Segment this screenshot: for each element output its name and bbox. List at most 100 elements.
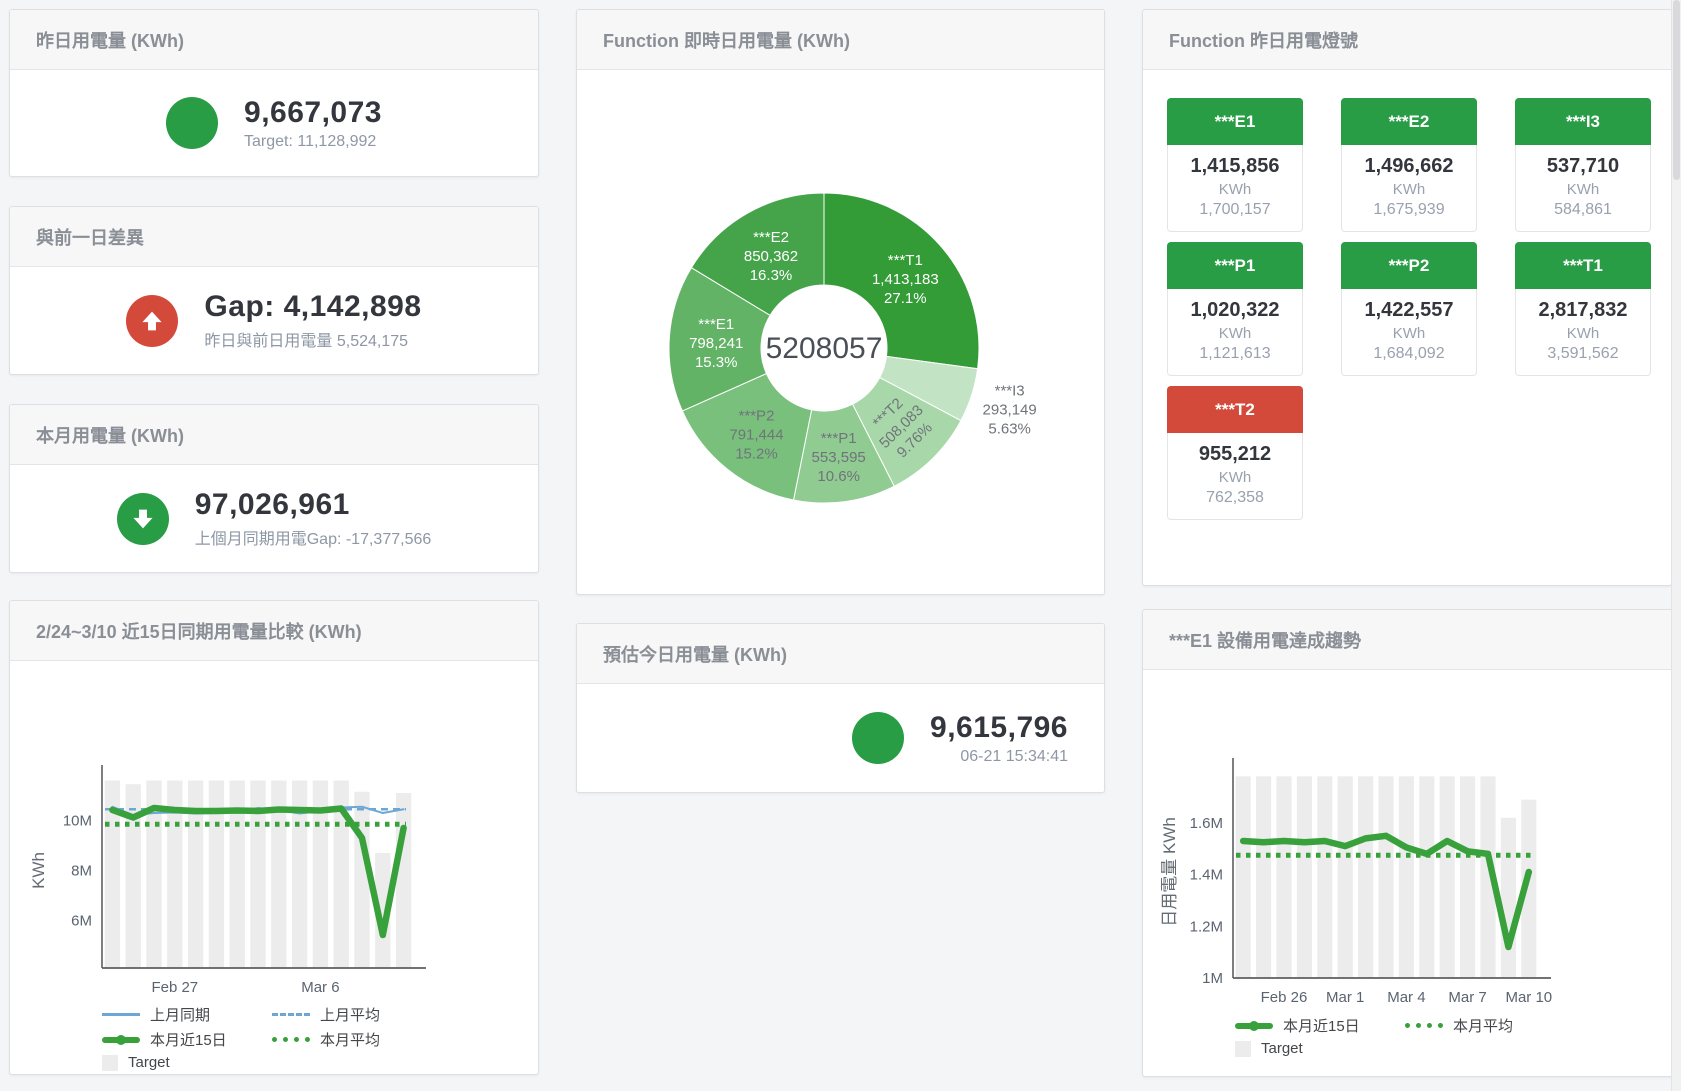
legend-swatch-dots [272,1037,310,1042]
light-tile-name: ***E1 [1167,98,1303,145]
light-tile-unit: KWh [1172,325,1298,342]
panel-title[interactable]: 與前一日差異 [36,224,144,250]
light-tile: ***P1 1,020,322 KWh 1,121,613 [1167,242,1303,376]
light-tile: ***T2955,212KWh762,358 [1167,386,1303,520]
panel-realtime-donut: Function 即時日用電量 (KWh) ***T11,413,18327.1… [576,9,1105,595]
stat-value: 97,026,961 [195,488,432,522]
legend-item[interactable]: 上月同期 [102,1004,272,1025]
light-tile-value: 1,020,322 [1172,299,1298,322]
light-tile-body: 1,496,662KWh1,675,939 [1341,145,1477,232]
panel-15day-comparison-chart: 2/24~3/10 近15日同期用電量比較 (KWh) 6M8M10MFeb 2… [9,600,539,1075]
panel-title[interactable]: 昨日用電量 (KWh) [36,27,184,53]
target-bar [1399,776,1414,978]
legend-swatch-thick [102,1037,140,1043]
legend-item[interactable]: 上月平均 [272,1004,442,1025]
light-tile-target: 1,684,092 [1346,345,1472,363]
legend-label: 本月近15日 [1283,1015,1360,1036]
panel-day-gap: 與前一日差異 Gap: 4,142,898 昨日與前日用電量 5,524,175 [9,206,539,375]
y-tick-label: 1.2M [1190,918,1223,935]
light-tile: ***E21,496,662KWh1,675,939 [1341,98,1477,232]
light-tile-unit: KWh [1346,181,1472,198]
light-tile-target: 1,121,613 [1172,345,1298,363]
x-tick-label: Mar 10 [1505,989,1552,1006]
target-bar [1236,776,1251,978]
panel-title[interactable]: Function 昨日用電燈號 [1169,27,1358,53]
light-tile-target: 1,700,157 [1172,201,1298,219]
legend-item[interactable]: Target [1235,1040,1405,1057]
trend-line-chart: 1M1.2M1.4M1.6MFeb 26Mar 1Mar 4Mar 7Mar 1… [1147,670,1671,1010]
light-tile-value: 2,817,832 [1520,299,1646,322]
x-tick-label: Feb 26 [1261,989,1308,1006]
stat-value: 9,667,073 [244,96,382,130]
x-tick-label: Mar 6 [301,979,339,996]
light-tile: ***P21,422,557KWh1,684,092 [1341,242,1477,376]
panel-title[interactable]: Function 即時日用電量 (KWh) [603,27,850,53]
legend-swatch-dash [272,1013,310,1016]
legend-swatch-thick [1235,1023,1273,1029]
light-tile-body: 1,415,856 KWh 1,700,157 [1167,145,1303,232]
legend-swatch-square [102,1055,118,1071]
y-tick-label: 1.6M [1190,815,1223,832]
panel-yesterday-usage: 昨日用電量 (KWh) 9,667,073 Target: 11,128,992 [9,9,539,177]
light-tile-target: 1,675,939 [1346,201,1472,219]
panel-header: ***E1 設備用電達成趨勢 [1143,610,1675,670]
light-tile-target: 584,861 [1520,201,1646,219]
chart-legend: 上月同期上月平均本月近15日本月平均Target [102,1004,538,1071]
target-bar [1276,776,1291,978]
legend-item[interactable]: 本月近15日 [102,1029,272,1050]
panel-title[interactable]: 預估今日用電量 (KWh) [603,641,787,667]
light-tile-name: ***E2 [1341,98,1477,145]
legend-item[interactable]: Target [102,1054,272,1071]
comparison-line-chart: 6M8M10MFeb 27Mar 6KWh [14,661,534,999]
chart-legend: 本月近15日 本月平均 Target [1235,1015,1675,1057]
stat-body: 9,667,073 Target: 11,128,992 [10,70,538,176]
light-tile: ***T12,817,832KWh3,591,562 [1515,242,1651,376]
stat-subtitle: Target: 11,128,992 [244,133,382,151]
panel-header: Function 即時日用電量 (KWh) [577,10,1104,70]
x-tick-label: Mar 1 [1326,989,1364,1006]
light-tile-name: ***P1 [1167,242,1303,289]
target-bar [1358,776,1373,978]
y-tick-label: 8M [71,863,92,880]
light-tile-unit: KWh [1172,181,1298,198]
scrollbar-thumb[interactable] [1673,0,1680,180]
legend-label: Target [1261,1040,1303,1057]
light-tile-value: 1,415,856 [1172,155,1298,178]
panel-header: 昨日用電量 (KWh) [10,10,538,70]
chart-body: 6M8M10MFeb 27Mar 6KWh 上月同期上月平均本月近15日本月平均… [10,661,538,1074]
target-bar [1460,776,1475,978]
light-tile-body: 537,710KWh584,861 [1515,145,1651,232]
status-circle-icon [852,712,904,764]
light-tile-unit: KWh [1172,469,1298,486]
arrow-down-icon [117,493,169,545]
status-circle-icon [166,97,218,149]
dashboard: 昨日用電量 (KWh) 9,667,073 Target: 11,128,992… [0,0,1681,1091]
panel-title[interactable]: 2/24~3/10 近15日同期用電量比較 (KWh) [36,618,362,644]
y-tick-label: 6M [71,913,92,930]
legend-item[interactable]: 本月平均 [1405,1015,1575,1036]
legend-swatch-line [102,1013,140,1016]
light-tile: ***E1 1,415,856 KWh 1,700,157 [1167,98,1303,232]
x-tick-label: Mar 7 [1448,989,1486,1006]
panel-title[interactable]: 本月用電量 (KWh) [36,422,184,448]
panel-title[interactable]: ***E1 設備用電達成趨勢 [1169,627,1361,653]
y-tick-label: 1M [1202,970,1223,987]
light-tile-target: 3,591,562 [1520,345,1646,363]
target-bar [354,792,369,968]
panel-header: 與前一日差異 [10,207,538,267]
panel-month-usage: 本月用電量 (KWh) 97,026,961 上個月同期用電Gap: -17,3… [9,404,539,573]
stat-subtitle: 06-21 15:34:41 [930,748,1068,766]
target-bar [1256,776,1271,978]
panel-e1-trend-chart: ***E1 設備用電達成趨勢 1M 1.2M 1.4M 1.6M Feb 26 Mar 1… [1142,609,1676,1077]
donut-slice-label: ***I3293,1495.63% [983,383,1037,438]
light-tile-name: ***T2 [1167,386,1303,433]
legend-item[interactable]: 本月平均 [272,1029,442,1050]
stat-value: 9,615,796 [930,711,1068,745]
scrollbar[interactable] [1671,0,1681,1091]
y-tick-label: 1.4M [1190,867,1223,884]
light-tile-body: 1,020,322 KWh 1,121,613 [1167,289,1303,376]
light-tile-target: 762,358 [1172,489,1298,507]
target-bar [1419,776,1434,978]
legend-item[interactable]: 本月近15日 [1235,1015,1405,1036]
donut-chart: ***T11,413,18327.1%***I3293,1495.63%***T… [577,70,1104,592]
